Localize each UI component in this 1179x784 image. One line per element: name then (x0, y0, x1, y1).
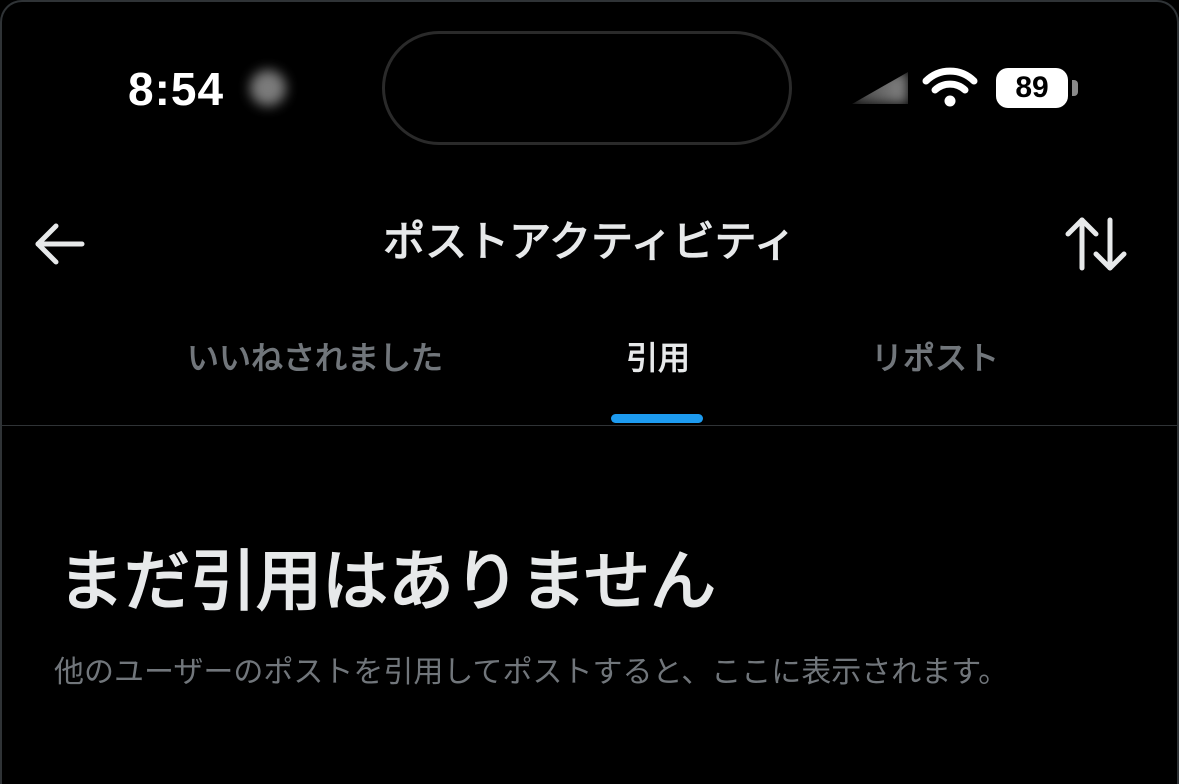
tab-label: 引用 (625, 339, 690, 377)
battery-level: 89 (1015, 71, 1049, 104)
tab-label: リポスト (870, 339, 999, 377)
wifi-icon (922, 67, 978, 107)
dynamic-island (382, 31, 792, 145)
tab-quotes[interactable]: 引用 (590, 326, 726, 426)
tab-reposts[interactable]: リポスト (840, 326, 1030, 426)
empty-state-title: まだ引用はありません (58, 543, 717, 620)
tab-liked[interactable]: いいねされました (150, 326, 480, 426)
battery-cap (1072, 80, 1078, 96)
battery-indicator: 89 (996, 68, 1068, 108)
tabs-divider (0, 425, 1179, 426)
cellular-signal-icon (852, 72, 908, 104)
tab-label: いいねされました (186, 339, 443, 377)
active-tab-indicator (611, 414, 703, 423)
sort-arrows-icon (1065, 217, 1127, 271)
sort-button[interactable] (1060, 212, 1132, 276)
location-indicator-icon (250, 70, 286, 106)
activity-tabs: いいねされました 引用 リポスト (0, 326, 1179, 426)
page-title: ポストアクティビティ (383, 217, 796, 266)
status-time: 8:54 (128, 63, 225, 115)
empty-state-description: 他のユーザーのポストを引用してポストすると、ここに表示されます。 (54, 655, 1009, 690)
